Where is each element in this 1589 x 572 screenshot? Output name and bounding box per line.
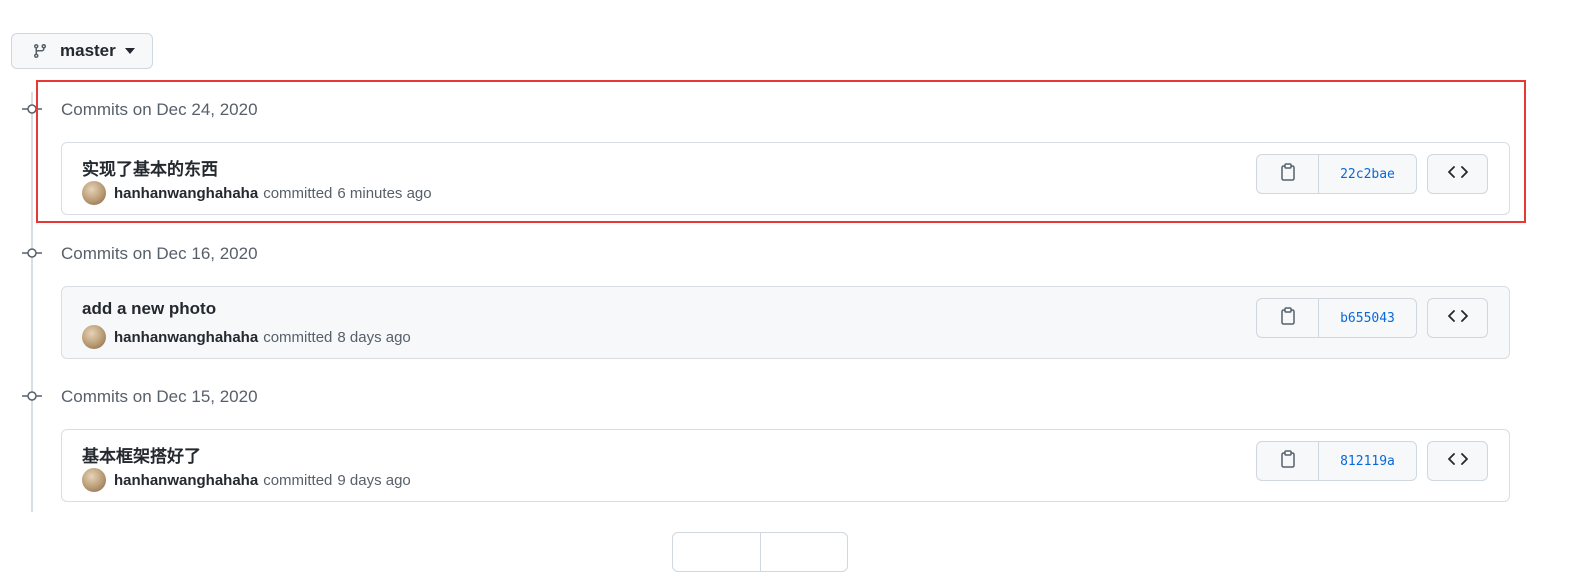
branch-selector-button[interactable]: master <box>11 33 153 69</box>
commit-sha-link[interactable]: 812119a <box>1319 442 1416 480</box>
code-icon <box>1447 452 1468 471</box>
commit-time: 8 days ago <box>337 328 411 346</box>
avatar[interactable] <box>82 181 106 205</box>
commit-time: 6 minutes ago <box>337 184 432 202</box>
timeline-line <box>31 92 33 512</box>
commit-node-icon <box>22 245 42 261</box>
copy-icon <box>1280 449 1296 473</box>
committed-text: committed <box>263 471 333 489</box>
code-icon <box>1447 309 1468 328</box>
commit-sha-link[interactable]: 22c2bae <box>1319 155 1416 193</box>
commit-group-date: Commits on Dec 16, 2020 <box>61 244 258 263</box>
commit-sha-button-group: b655043 <box>1256 298 1417 338</box>
author-link[interactable]: hanhanwanghahaha <box>114 329 258 346</box>
pagination-newer-button[interactable] <box>673 533 761 571</box>
committed-text: committed <box>263 184 333 202</box>
copy-icon <box>1280 162 1296 186</box>
commit-row: add a new photo hanhanwanghahaha committ… <box>61 286 1510 359</box>
commit-sha-button-group: 22c2bae <box>1256 154 1417 194</box>
browse-repo-button[interactable] <box>1427 441 1488 481</box>
commit-sha-button-group: 812119a <box>1256 441 1417 481</box>
commit-group-date: Commits on Dec 15, 2020 <box>61 387 258 406</box>
committed-text: committed <box>263 328 333 346</box>
commit-node-icon <box>22 101 42 117</box>
author-link[interactable]: hanhanwanghahaha <box>114 185 258 202</box>
commit-message-link[interactable]: 实现了基本的东西 <box>82 155 218 180</box>
commit-meta: hanhanwanghahaha committed 9 days ago <box>82 468 411 492</box>
copy-sha-button[interactable] <box>1257 442 1319 480</box>
commit-group-date: Commits on Dec 24, 2020 <box>61 100 258 119</box>
browse-repo-button[interactable] <box>1427 298 1488 338</box>
branch-name: master <box>60 41 116 60</box>
copy-icon <box>1280 306 1296 330</box>
pagination <box>672 532 848 572</box>
git-branch-icon <box>32 43 48 59</box>
pagination-older-button[interactable] <box>761 533 848 571</box>
avatar[interactable] <box>82 468 106 492</box>
author-link[interactable]: hanhanwanghahaha <box>114 472 258 489</box>
code-icon <box>1447 165 1468 184</box>
commit-message-link[interactable]: 基本框架搭好了 <box>82 442 201 467</box>
commit-meta: hanhanwanghahaha committed 6 minutes ago <box>82 181 432 205</box>
commit-sha-link[interactable]: b655043 <box>1319 299 1416 337</box>
commit-row: 基本框架搭好了 hanhanwanghahaha committed 9 day… <box>61 429 1510 502</box>
browse-repo-button[interactable] <box>1427 154 1488 194</box>
commit-meta: hanhanwanghahaha committed 8 days ago <box>82 325 411 349</box>
caret-down-icon <box>124 48 135 54</box>
commit-time: 9 days ago <box>337 471 411 489</box>
copy-sha-button[interactable] <box>1257 155 1319 193</box>
copy-sha-button[interactable] <box>1257 299 1319 337</box>
avatar[interactable] <box>82 325 106 349</box>
commit-message-link[interactable]: add a new photo <box>82 299 216 319</box>
commit-node-icon <box>22 388 42 404</box>
commit-row: 实现了基本的东西 hanhanwanghahaha committed 6 mi… <box>61 142 1510 215</box>
